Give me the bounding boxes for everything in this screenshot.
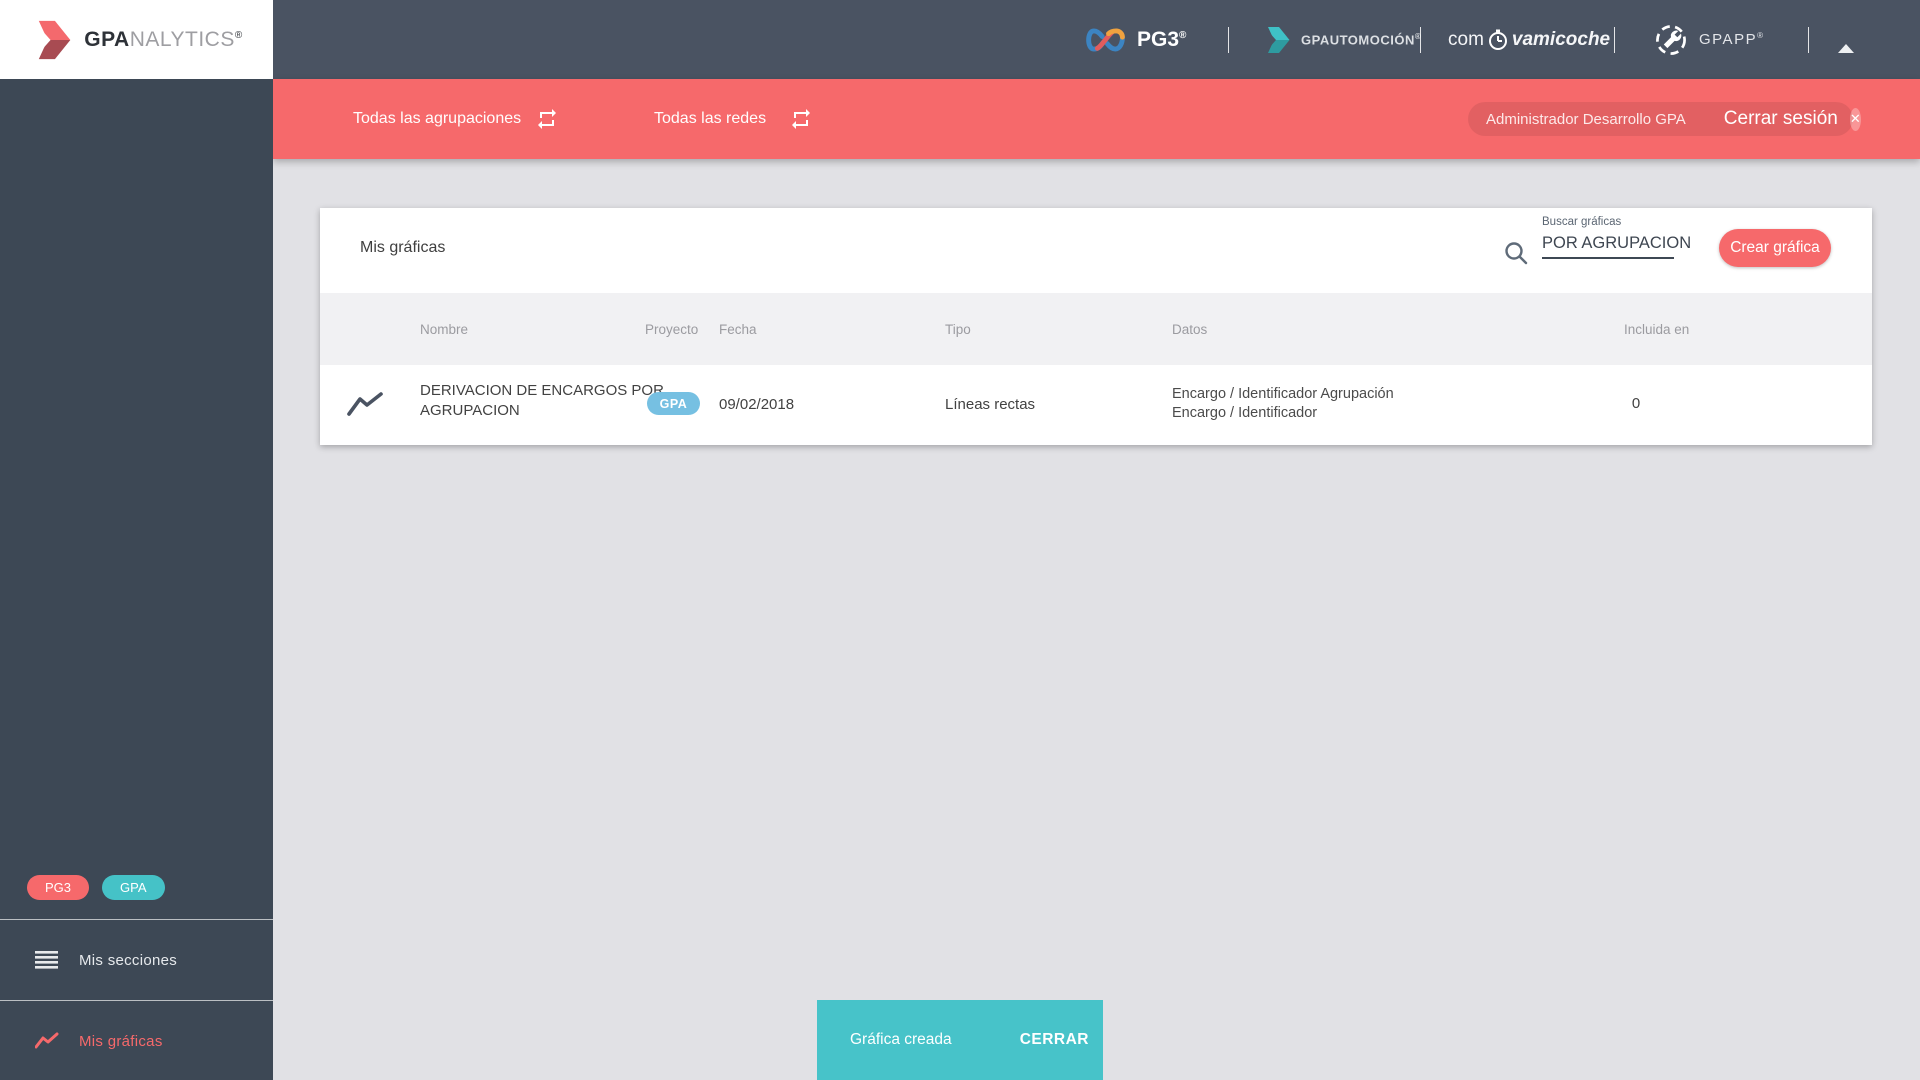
user-name[interactable]: Administrador Desarrollo GPA — [1486, 111, 1686, 128]
toast-message: Gráfica creada — [850, 1031, 952, 1048]
sidebar-item-mis-secciones[interactable]: Mis secciones — [0, 920, 273, 1000]
graphs-card: Mis gráficas Buscar gráficas POR AGRUPAC… — [320, 208, 1872, 445]
search-input-underline — [1542, 257, 1674, 259]
chart-line-icon — [347, 392, 383, 416]
pg3-label: PG3® — [1137, 27, 1187, 51]
menu-icon — [35, 951, 59, 969]
gpanalytics-label: GPANALYTICS® — [84, 27, 243, 51]
column-header-proyecto: Proyecto — [645, 321, 699, 337]
header-divider — [1228, 27, 1229, 53]
datos-field: Encargo / Identificador Agrupación — [1172, 386, 1394, 402]
gpautomocion-logo[interactable]: GPAUTOMOCIÓN® — [1262, 0, 1421, 79]
badge-gpa[interactable]: GPA — [102, 875, 165, 900]
search-input-value: POR AGRUPACION — [1542, 234, 1692, 252]
swap-networks-icon[interactable] — [789, 107, 813, 131]
search-input[interactable]: Buscar gráficas POR AGRUPACION — [1542, 216, 1692, 259]
logout-x-icon[interactable]: ✕ — [1849, 107, 1861, 131]
column-header-tipo: Tipo — [945, 321, 971, 337]
gpapp-logo[interactable]: GPAPP® — [1652, 0, 1764, 79]
caret-up-icon[interactable] — [1838, 44, 1854, 53]
top-header-bar: PG3® GPAUTOMOCIÓN® com vamicoche GPAPP® — [0, 0, 1920, 79]
logout-button[interactable]: Cerrar sesión — [1724, 108, 1838, 130]
table-header: Nombre Proyecto Fecha Tipo Datos Incluid… — [320, 293, 1872, 365]
sidebar: PG3 GPA Mis secciones Mis gráficas — [0, 79, 273, 1080]
swap-groupings-icon[interactable] — [535, 107, 559, 131]
filter-bar: Todas las agrupaciones Todas las redes A… — [273, 79, 1920, 159]
header-divider — [1614, 27, 1615, 53]
card-title: Mis gráficas — [360, 239, 446, 256]
column-header-datos: Datos — [1172, 321, 1208, 337]
networks-filter[interactable]: Todas las redes — [654, 79, 766, 159]
wrench-icon — [1656, 24, 1686, 55]
project-badge: GPA — [647, 392, 700, 415]
search-input-label: Buscar gráficas — [1542, 216, 1622, 228]
cell-type: Líneas rectas — [945, 396, 1036, 413]
user-session-pill: Administrador Desarrollo GPA Cerrar sesi… — [1468, 102, 1861, 136]
sidebar-badges: PG3 GPA — [27, 875, 165, 900]
toast-snackbar: Gráfica creada CERRAR — [817, 1000, 1103, 1080]
create-graph-button[interactable]: Crear gráfica — [1719, 229, 1831, 267]
cell-datos: Encargo / Identificador Agrupación Encar… — [1172, 385, 1394, 423]
cell-date: 09/02/2018 — [719, 396, 795, 413]
column-header-incluida-en: Incluida en — [1624, 321, 1690, 337]
sidebar-item-label: Mis secciones — [79, 951, 178, 969]
column-header-nombre: Nombre — [420, 321, 469, 337]
gpanalytics-logo[interactable]: GPANALYTICS® — [0, 0, 273, 79]
pg3-logo[interactable]: PG3® — [1082, 0, 1186, 79]
column-header-fecha: Fecha — [719, 321, 757, 337]
gpapp-label: GPAPP® — [1699, 31, 1765, 48]
gpautomocion-label: GPAUTOMOCIÓN® — [1301, 31, 1422, 48]
chart-line-icon — [35, 1032, 59, 1050]
comvamicoche-logo[interactable]: com vamicoche — [1448, 0, 1610, 79]
header-divider — [1808, 27, 1809, 53]
clock-icon — [1488, 29, 1507, 50]
app-root: PG3® GPAUTOMOCIÓN® com vamicoche GPAPP® … — [0, 0, 1920, 1080]
badge-pg3[interactable]: PG3 — [27, 875, 90, 900]
cell-included-in: 0 — [1631, 395, 1641, 412]
table-row[interactable]: DERIVACION DE ENCARGOS POR AGRUPACION GP… — [320, 365, 1872, 445]
comvamicoche-label: com vamicoche — [1448, 28, 1611, 50]
gpautomocion-arrow-icon — [1268, 26, 1290, 53]
sidebar-item-label: Mis gráficas — [79, 1032, 163, 1050]
cell-name: DERIVACION DE ENCARGOS POR AGRUPACION — [420, 382, 664, 419]
search-icon[interactable] — [1503, 240, 1529, 266]
pg3-infinity-icon — [1086, 27, 1125, 52]
sidebar-item-mis-graficas[interactable]: Mis gráficas — [0, 1001, 273, 1080]
gpanalytics-arrow-icon — [39, 20, 71, 59]
datos-field: Encargo / Identificador — [1172, 405, 1318, 421]
toast-close-button[interactable]: CERRAR — [1020, 1031, 1089, 1049]
header-divider — [1420, 27, 1421, 53]
groupings-filter[interactable]: Todas las agrupaciones — [353, 79, 521, 159]
